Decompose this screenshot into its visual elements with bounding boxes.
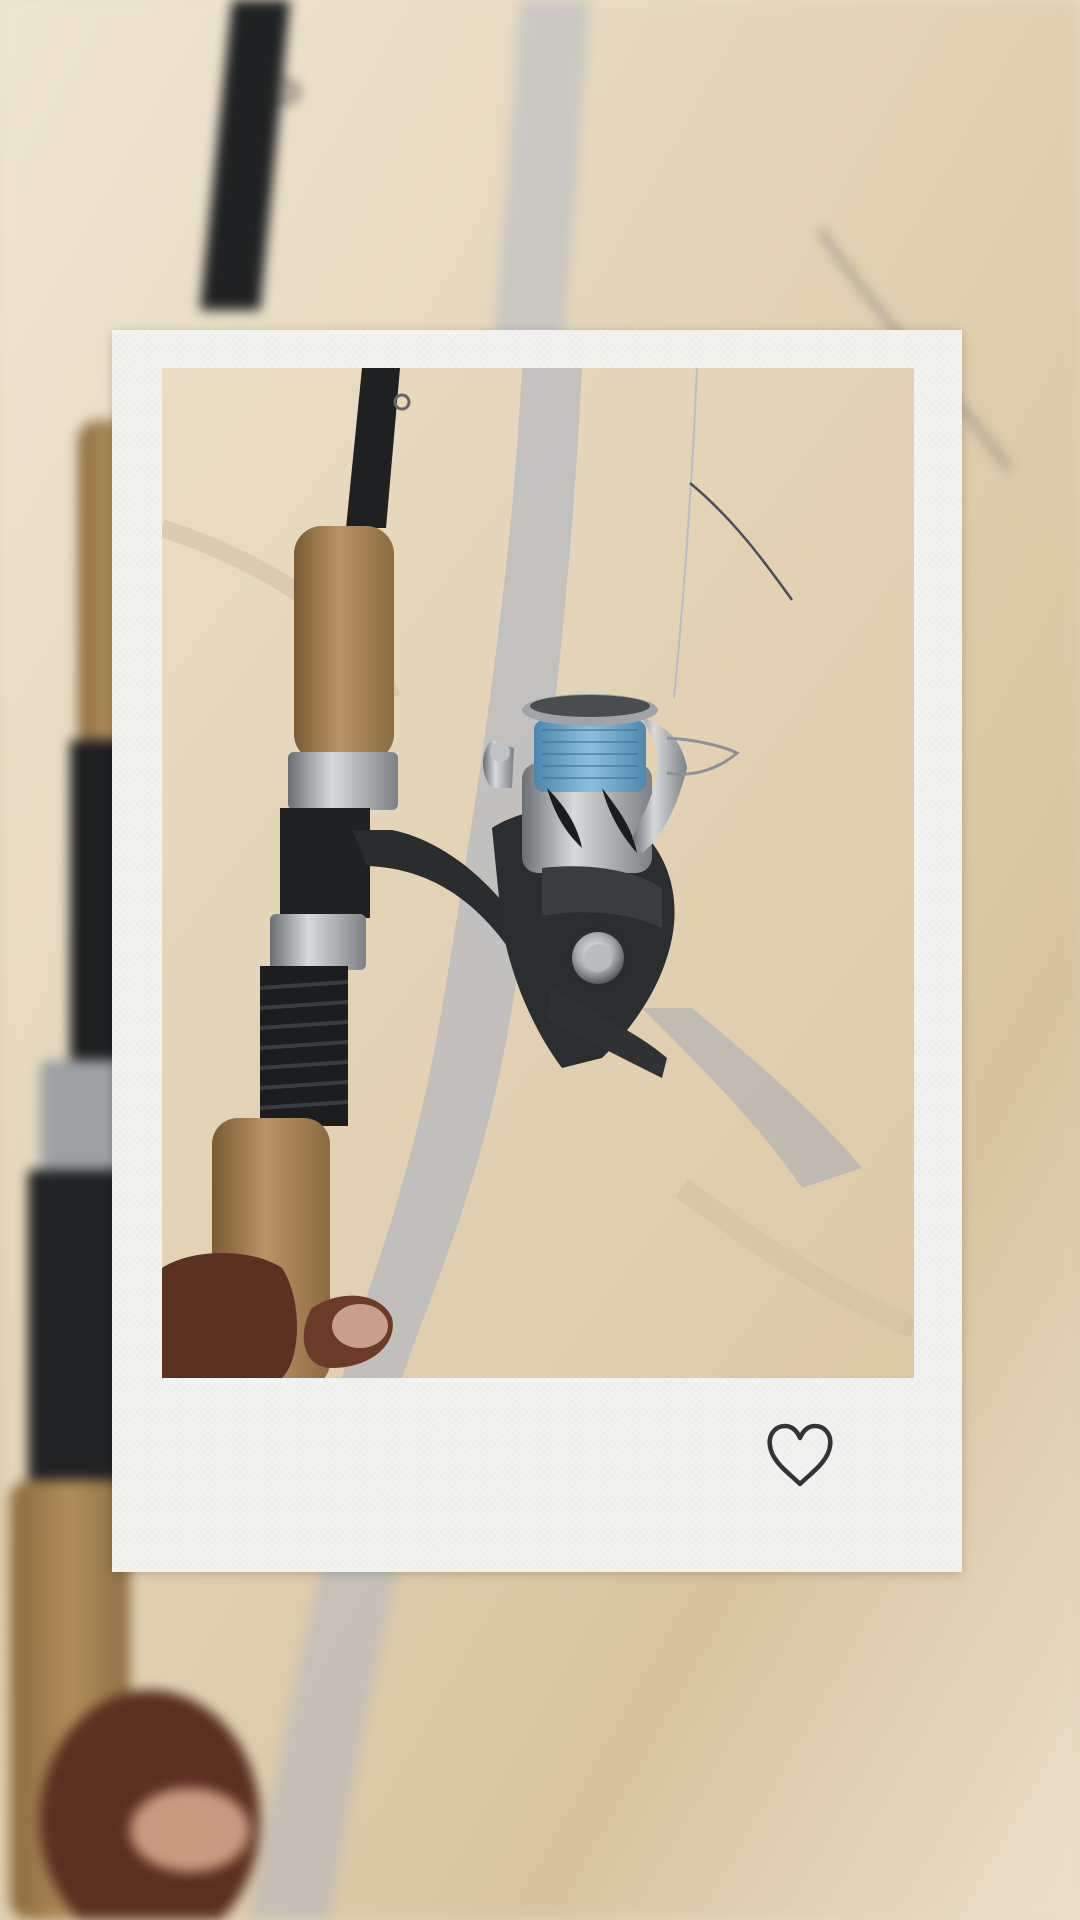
polaroid-frame	[112, 330, 962, 1572]
story-canvas	[0, 0, 1080, 1920]
fishing-rod-photo	[162, 368, 914, 1378]
fishing-rod-illustration	[162, 368, 914, 1378]
heart-outline-icon	[767, 1423, 833, 1487]
